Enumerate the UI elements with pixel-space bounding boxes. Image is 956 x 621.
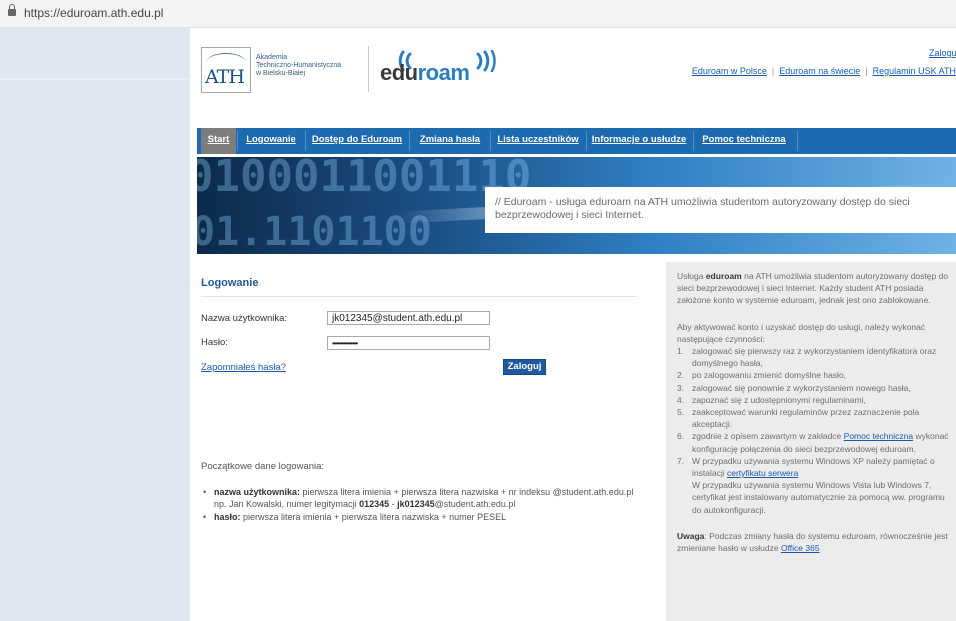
- eduroam-world-link[interactable]: Eduroam na świecie: [779, 66, 860, 76]
- nav-dostep[interactable]: Dostęp do Eduroam: [307, 128, 407, 154]
- list-item: 4. zapoznać się z udostępnionymi regulami…: [677, 394, 866, 405]
- password-label: Hasło:: [201, 337, 228, 348]
- nav-logowanie[interactable]: Logowanie: [239, 128, 303, 154]
- forgot-password-link[interactable]: Zapomniałeś hasła?: [201, 362, 286, 373]
- list-item: 5. zaakceptować warunki regulaminów przez…: [677, 407, 920, 430]
- steps-list: 1. zalogować się pierwszy raz z wykorzyst…: [677, 345, 951, 516]
- hero-banner: 0100011001110 01.1101100 // Eduroam - us…: [197, 157, 956, 254]
- warning-note: Uwaga: Podczas zmiany hasła do systemu e…: [677, 530, 948, 554]
- login-button[interactable]: Zaloguj: [503, 359, 546, 375]
- eduroam-poland-link[interactable]: Eduroam w Polsce: [692, 66, 767, 76]
- address-bar[interactable]: https://eduroam.ath.edu.pl: [0, 0, 956, 28]
- list-item: 1. zalogować się pierwszy raz z wykorzyst…: [677, 346, 937, 369]
- steps-intro: Aby aktywować konto i uzyskać dostęp do …: [677, 321, 926, 344]
- eduroam-logo[interactable]: eduroam: [380, 60, 470, 86]
- username-label: Nazwa użytkownika:: [201, 313, 288, 324]
- login-title: Logowanie: [201, 277, 259, 289]
- info-panel: Usługa eduroam na ATH umożliwia studento…: [666, 262, 956, 621]
- certificate-link[interactable]: certyfikatu serwera: [727, 468, 798, 478]
- nav-pomoc[interactable]: Pomoc techniczna: [695, 128, 793, 154]
- initial-data-list: • nazwa użytkownika: pierwsza litera imie…: [201, 486, 641, 524]
- list-item: 6. zgodnie z opisem zawartym w zakładce P…: [677, 431, 949, 454]
- list-item: 7. W przypadku używania systemu Windows X…: [677, 455, 945, 515]
- ath-logo[interactable]: ATH: [201, 47, 251, 93]
- login-divider: [201, 296, 637, 297]
- list-item: • hasło: pierwsza litera imienia + pierws…: [203, 512, 507, 522]
- header-links: Eduroam w Polsce | Eduroam na świecie | Regu…: [691, 66, 956, 76]
- header-divider: [368, 46, 369, 92]
- info-intro: Usługa eduroam na ATH umożliwia studento…: [677, 271, 949, 306]
- main-nav: Start Logowanie Dostęp do Eduroam Zmiana…: [197, 128, 956, 154]
- usk-rules-link[interactable]: Regulamin USK ATH: [873, 66, 956, 76]
- nav-lista-uczestnikow[interactable]: Lista uczestników: [492, 128, 584, 154]
- help-link[interactable]: Pomoc techniczna: [844, 431, 913, 441]
- initial-data-title: Początkowe dane logowania:: [201, 461, 325, 472]
- nav-start[interactable]: Start: [201, 128, 236, 154]
- list-item: 2. po zalogowaniu zmienić domyślne hasło,: [677, 370, 847, 381]
- url-text[interactable]: https://eduroam.ath.edu.pl: [24, 6, 163, 20]
- office365-link[interactable]: Office 365: [781, 543, 820, 553]
- banner-text: // Eduroam - usługa eduroam na ATH umożl…: [485, 187, 956, 233]
- ath-name: Akademia Techniczno-Humanistyczna w Biel…: [256, 54, 342, 77]
- list-item: 3. zalogować się ponownie z wykorzystanie…: [677, 382, 911, 393]
- password-input[interactable]: [327, 336, 490, 350]
- top-login-link[interactable]: Zaloguj: [929, 48, 956, 58]
- nav-informacje[interactable]: Informacje o usłudze: [588, 128, 690, 154]
- list-item: • nazwa użytkownika: pierwsza litera imie…: [203, 487, 634, 509]
- left-side-panel: [0, 28, 190, 621]
- lock-icon: [8, 4, 16, 17]
- username-input[interactable]: [327, 311, 490, 325]
- nav-zmiana-hasla[interactable]: Zmiana hasła: [411, 128, 489, 154]
